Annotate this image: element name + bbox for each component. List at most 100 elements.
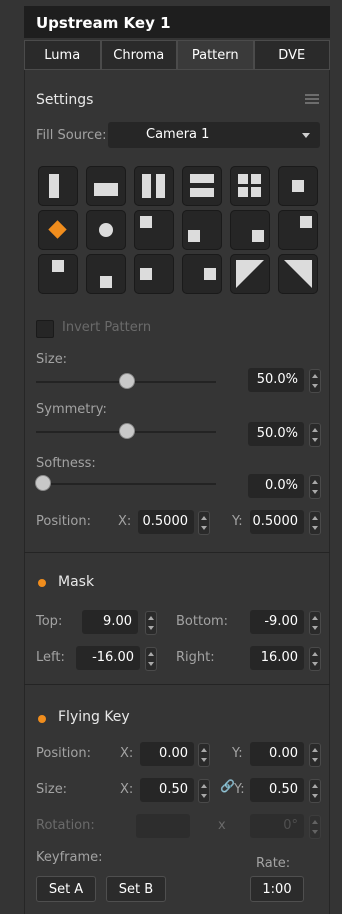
fk-size-x-value[interactable]: 0.50 xyxy=(140,778,194,802)
tab-chroma[interactable]: Chroma xyxy=(100,40,177,70)
diagonal-icon xyxy=(236,260,264,288)
fk-position-x-value[interactable]: 0.00 xyxy=(140,742,194,766)
rate-value[interactable]: 1:00 xyxy=(250,876,304,902)
menu-icon[interactable] xyxy=(305,94,319,104)
mask-left-label: Left: xyxy=(36,650,65,665)
mask-bottom-label: Bottom: xyxy=(176,614,229,629)
mask-top-label: Top: xyxy=(36,614,63,629)
position-label: Position: xyxy=(36,514,91,529)
diagonal-icon xyxy=(284,260,312,288)
softness-slider-handle[interactable] xyxy=(35,475,51,491)
softness-label: Softness: xyxy=(36,456,96,471)
fk-rotation-input xyxy=(136,814,190,838)
mask-right-label: Right: xyxy=(176,650,215,665)
softness-slider-track[interactable] xyxy=(36,483,216,485)
mask-title: Mask xyxy=(58,574,95,590)
section-divider xyxy=(24,684,330,685)
panel-header: Upstream Key 1 xyxy=(24,6,330,38)
pattern-top-centre-box[interactable] xyxy=(38,254,78,294)
invert-pattern-label: Invert Pattern xyxy=(62,320,152,335)
fk-size-y-label: Y: xyxy=(234,782,245,797)
symmetry-slider-handle[interactable] xyxy=(119,423,135,439)
pattern-bottom-centre-box[interactable] xyxy=(86,254,126,294)
chevron-down-icon xyxy=(302,133,310,138)
mask-left-stepper[interactable] xyxy=(145,647,157,671)
symmetry-stepper[interactable] xyxy=(309,423,321,447)
settings-title: Settings xyxy=(36,92,94,108)
fk-position-x-label: X: xyxy=(120,746,134,761)
fk-rotation-label: Rotation: xyxy=(36,818,95,833)
position-y-stepper[interactable] xyxy=(309,511,321,535)
fill-source-dropdown[interactable]: Camera 1 xyxy=(108,122,320,148)
pattern-left-box-wipe[interactable] xyxy=(38,166,78,206)
pattern-top-box-wipe[interactable] xyxy=(86,166,126,206)
position-y-label: Y: xyxy=(232,514,243,529)
softness-value[interactable]: 0.0% xyxy=(248,474,304,498)
position-x-value[interactable]: 0.5000 xyxy=(138,510,194,534)
link-icon[interactable]: 🔗 xyxy=(220,779,235,793)
fk-size-y-value[interactable]: 0.50 xyxy=(250,778,304,802)
pattern-vertical-barn-door[interactable] xyxy=(134,166,174,206)
fk-position-y-stepper[interactable] xyxy=(309,743,321,767)
pattern-diamond-iris[interactable] xyxy=(38,210,78,250)
mask-bottom-stepper[interactable] xyxy=(309,611,321,635)
pattern-left-centre-box[interactable] xyxy=(134,254,174,294)
fk-rotation-value: 0° xyxy=(250,814,304,838)
mask-right-stepper[interactable] xyxy=(309,647,321,671)
keyframe-label: Keyframe: xyxy=(36,850,103,865)
fk-size-x-stepper[interactable] xyxy=(198,779,210,803)
mask-top-value[interactable]: 9.00 xyxy=(82,610,138,634)
pattern-circle-iris[interactable] xyxy=(86,210,126,250)
tab-luma[interactable]: Luma xyxy=(24,40,101,70)
size-label: Size: xyxy=(36,352,68,367)
pattern-top-right-diagonal[interactable] xyxy=(278,254,318,294)
fk-rotation-x-label: x xyxy=(218,818,226,833)
fill-source-value: Camera 1 xyxy=(146,127,210,142)
mask-top-stepper[interactable] xyxy=(145,611,157,635)
pattern-bottom-left-box[interactable] xyxy=(182,210,222,250)
pattern-bottom-right-box[interactable] xyxy=(230,210,270,250)
size-slider-handle[interactable] xyxy=(119,373,135,389)
invert-pattern-checkbox[interactable] xyxy=(36,320,54,338)
fill-source-label: Fill Source: xyxy=(36,128,107,143)
pattern-top-right-box[interactable] xyxy=(278,210,318,250)
set-a-button[interactable]: Set A xyxy=(36,876,96,902)
mask-right-value[interactable]: 16.00 xyxy=(250,646,304,670)
position-x-stepper[interactable] xyxy=(198,511,210,535)
diamond-icon xyxy=(48,220,67,239)
softness-stepper[interactable] xyxy=(309,475,321,499)
rate-label: Rate: xyxy=(256,856,291,871)
fk-position-label: Position: xyxy=(36,746,91,761)
fk-size-x-label: X: xyxy=(120,782,134,797)
symmetry-value[interactable]: 50.0% xyxy=(248,422,304,446)
tab-dve[interactable]: DVE xyxy=(253,40,330,70)
position-x-label: X: xyxy=(118,514,132,529)
size-stepper[interactable] xyxy=(309,369,321,393)
mask-bottom-value[interactable]: -9.00 xyxy=(250,610,304,634)
fk-position-y-value[interactable]: 0.00 xyxy=(250,742,304,766)
fk-position-y-label: Y: xyxy=(232,746,243,761)
mask-enable-indicator[interactable] xyxy=(38,579,46,587)
pattern-right-centre-box[interactable] xyxy=(182,254,222,294)
flying-key-title: Flying Key xyxy=(58,709,130,725)
mask-left-value[interactable]: -16.00 xyxy=(76,646,140,670)
pattern-box-iris[interactable] xyxy=(278,166,318,206)
fk-rotation-stepper xyxy=(309,815,321,839)
pattern-top-left-diagonal[interactable] xyxy=(230,254,270,294)
upstream-key-panel: Upstream Key 1 Luma Chroma Pattern DVE S… xyxy=(0,0,342,914)
size-value[interactable]: 50.0% xyxy=(248,368,304,392)
fk-size-y-stepper[interactable] xyxy=(309,779,321,803)
tab-pattern[interactable]: Pattern xyxy=(177,40,254,70)
set-b-button[interactable]: Set B xyxy=(106,876,166,902)
pattern-corner-box-wipe[interactable] xyxy=(230,166,270,206)
panel-title: Upstream Key 1 xyxy=(36,14,171,32)
tab-bar: Luma Chroma Pattern DVE xyxy=(24,40,330,70)
fk-position-x-stepper[interactable] xyxy=(198,743,210,767)
pattern-horizontal-barn-door[interactable] xyxy=(182,166,222,206)
symmetry-label: Symmetry: xyxy=(36,402,107,417)
pattern-top-left-box[interactable] xyxy=(134,210,174,250)
position-y-value[interactable]: 0.5000 xyxy=(250,510,304,534)
section-divider xyxy=(24,552,330,553)
flying-key-enable-indicator[interactable] xyxy=(38,715,46,723)
fk-size-label: Size: xyxy=(36,782,68,797)
